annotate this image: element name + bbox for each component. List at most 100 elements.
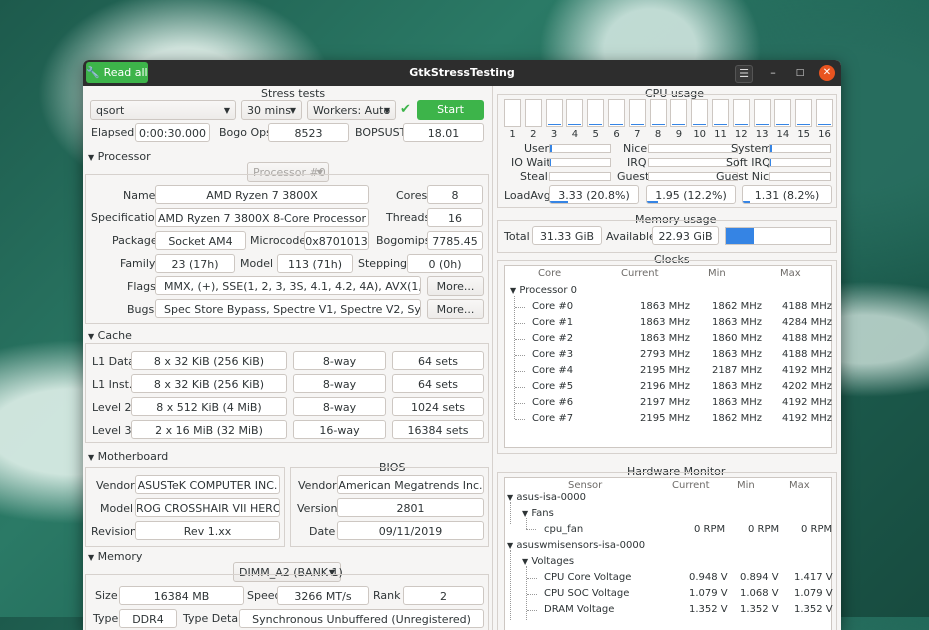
cache-section-header[interactable]: ▼ Cache — [88, 329, 132, 342]
tree-line — [510, 550, 511, 620]
motherboard-title: Motherboard — [97, 450, 169, 463]
memory-title: Memory — [97, 550, 143, 563]
hamburger-menu-icon[interactable]: ☰ — [735, 65, 753, 83]
mem-detail-value: Synchronous Unbuffered (Unregistered) — [239, 609, 484, 628]
maximize-icon[interactable]: □ — [792, 65, 808, 81]
clock-core: Core #2 — [532, 333, 574, 344]
bios-vendor-value: American Megatrends Inc. — [337, 475, 484, 494]
cpu-core-number: 10 — [693, 129, 707, 140]
stepping-label: Stepping — [358, 257, 408, 270]
bogo-ops-value: 8523 — [268, 123, 349, 142]
system-bar — [769, 144, 831, 153]
cpu-core-bar — [545, 99, 563, 127]
bios-date-label: Date — [309, 525, 336, 538]
clock-core: Core #5 — [532, 381, 574, 392]
tree-branch — [527, 578, 537, 579]
fan-max: 0 RPM — [801, 524, 833, 535]
hwmon-wmi-label: asuswmisensors-isa-0000 — [516, 540, 646, 551]
clocks-col-max: Max — [780, 268, 801, 279]
cache-size-value: 8 x 512 KiB (4 MiB) — [131, 397, 287, 416]
clock-current: 1863 MHz — [640, 333, 691, 344]
hwmon-wmi-row[interactable]: ▼ asuswmisensors-isa-0000 — [507, 540, 645, 551]
load15-text: 1.31 (8.2%) — [754, 189, 820, 202]
start-button[interactable]: Start — [417, 100, 484, 120]
clock-min: 1863 MHz — [712, 317, 763, 328]
bugs-label: Bugs — [127, 303, 155, 316]
softirq-bar — [769, 158, 831, 167]
minimize-icon[interactable]: – — [765, 65, 781, 81]
user-label: User — [524, 142, 550, 155]
clocks-col-min: Min — [708, 268, 726, 279]
bugs-more-button[interactable]: More... — [427, 299, 484, 319]
clock-max: 4188 MHz — [782, 333, 833, 344]
mem-total-value: 31.33 GiB — [532, 226, 602, 245]
expander-icon: ▼ — [507, 541, 514, 550]
voltage-max: 1.079 V — [794, 588, 833, 599]
cpu-core-bar — [587, 99, 605, 127]
cpu-core-bar — [753, 99, 771, 127]
clock-current: 2197 MHz — [640, 397, 691, 408]
cache-way-value: 8-way — [293, 374, 386, 393]
elapsed-label: Elapsed — [91, 126, 135, 139]
tree-branch — [515, 387, 525, 388]
hwmon-isa-row[interactable]: ▼ asus-isa-0000 — [507, 492, 586, 503]
close-icon[interactable]: ✕ — [819, 65, 835, 81]
clock-core: Core #0 — [532, 301, 574, 312]
tree-branch — [527, 610, 537, 611]
tree-line — [514, 296, 515, 419]
cpu-core-bar — [608, 99, 625, 127]
voltage-name: CPU SOC Voltage — [544, 588, 630, 599]
cpu-core-bar — [670, 99, 688, 127]
duration-select[interactable]: 30 mins ▼ — [241, 100, 302, 120]
processor-section-header[interactable]: ▼ Processor — [88, 150, 151, 163]
motherboard-section-header[interactable]: ▼ Motherboard — [88, 450, 168, 463]
voltage-max: 1.352 V — [794, 604, 833, 615]
clock-core: Core #1 — [532, 317, 574, 328]
cache-size-value: 8 x 32 KiB (256 KiB) — [131, 374, 287, 393]
memory-usage-bar — [725, 227, 831, 245]
clock-current: 2195 MHz — [640, 365, 691, 376]
bogo-ops-label: Bogo Ops — [219, 126, 272, 139]
cpu-core-fill — [734, 124, 748, 125]
hwmon-voltages-row[interactable]: ▼ Voltages — [522, 556, 574, 567]
cpu-core-bar — [566, 99, 584, 127]
nice-label: Nice — [623, 142, 648, 155]
voltage-name: CPU Core Voltage — [544, 572, 632, 583]
clock-core: Core #6 — [532, 397, 574, 408]
memory-section-header[interactable]: ▼ Memory — [88, 550, 142, 563]
load5-fill — [647, 201, 658, 203]
clock-min: 1862 MHz — [712, 301, 763, 312]
clock-max: 4192 MHz — [782, 365, 833, 376]
load1-text: 3.33 (20.8%) — [558, 189, 630, 202]
expander-icon: ▼ — [88, 332, 95, 341]
clocks-group-label: Processor 0 — [519, 285, 578, 296]
irq-bar — [648, 158, 738, 167]
clock-core: Core #3 — [532, 349, 574, 360]
cpu-core-bar — [795, 99, 813, 127]
cores-value: 8 — [427, 185, 483, 204]
workers-select[interactable]: Workers: Auto ▼ — [307, 100, 396, 120]
clocks-group-row[interactable]: ▼ Processor 0 — [510, 285, 577, 296]
flags-more-button[interactable]: More... — [427, 276, 484, 296]
mb-revision-label: Revision — [91, 525, 137, 538]
cpu-core-fill — [672, 124, 686, 125]
microcode-value: 0x8701013 — [304, 231, 369, 250]
cpu-core-bar — [504, 99, 521, 127]
tree-branch — [515, 419, 525, 420]
hwmon-isa-label: asus-isa-0000 — [516, 492, 587, 503]
model-label: Model — [240, 257, 274, 270]
steal-bar — [549, 172, 611, 181]
mem-available-label: Available — [606, 230, 656, 243]
stress-method-select[interactable]: qsort ▼ — [90, 100, 236, 120]
cpu-core-fill — [568, 124, 582, 125]
threads-label: Threads — [386, 211, 431, 224]
clocks-col-core: Core — [538, 268, 562, 279]
hwmon-col-max: Max — [789, 480, 810, 491]
cpu-core-fill — [776, 124, 790, 125]
mb-vendor-label: Vendor — [96, 479, 135, 492]
stepping-value: 0 (0h) — [407, 254, 483, 273]
clock-current: 2793 MHz — [640, 349, 691, 360]
microcode-label: Microcode — [250, 234, 307, 247]
voltage-current: 1.352 V — [689, 604, 728, 615]
tree-branch — [526, 529, 536, 530]
